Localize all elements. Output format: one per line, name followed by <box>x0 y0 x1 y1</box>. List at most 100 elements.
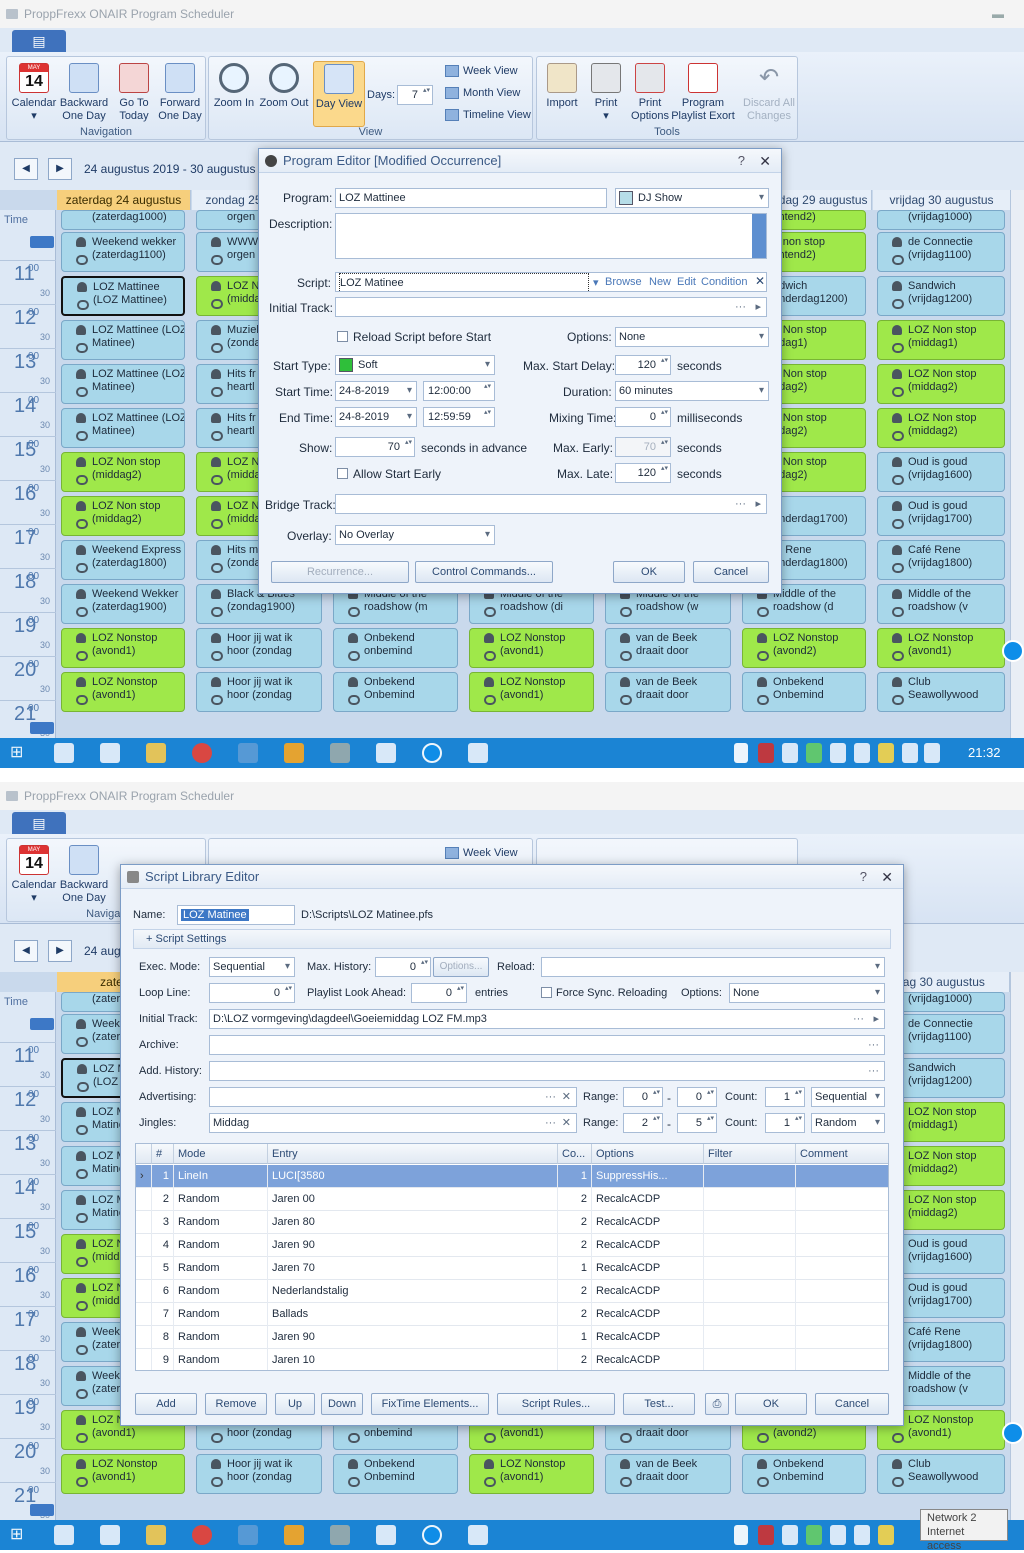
table-cell[interactable]: 2 <box>558 1349 592 1370</box>
test-button[interactable]: Test... <box>623 1393 695 1415</box>
schedule-event[interactable]: LOZ Nonstop(avond1) <box>469 1454 594 1494</box>
settings-app-icon[interactable] <box>330 1525 350 1545</box>
help-icon[interactable]: ? <box>860 865 867 889</box>
adv-mode-dropdown[interactable]: Sequential <box>811 1087 885 1107</box>
max-history-spinner[interactable]: 0 <box>375 957 431 977</box>
table-cell[interactable]: Jaren 90 <box>268 1234 558 1257</box>
schedule-event[interactable]: LOZ Nonstop(avond1) <box>61 672 185 712</box>
condition-link[interactable]: Condition <box>701 276 747 288</box>
scroll-down-button[interactable] <box>30 1504 54 1516</box>
adv-range-from[interactable]: 0 <box>623 1087 663 1107</box>
jin-mode-dropdown[interactable]: Random <box>811 1113 885 1133</box>
schedule-event[interactable]: Oud is goud (vrijdag1600) <box>877 452 1005 492</box>
schedule-event[interactable]: Club Seawollywood <box>877 672 1005 712</box>
schedule-event[interactable]: Weekend Express(zaterdag1800) <box>61 540 185 580</box>
column-header-filter[interactable]: Filter <box>704 1144 796 1164</box>
tray-flag-icon[interactable] <box>734 743 748 763</box>
print-button[interactable]: Print ▾ <box>581 63 631 123</box>
next-week-button[interactable]: ▶ <box>48 158 72 180</box>
calendar-button[interactable]: MAY 14 Calendar ▾ <box>9 63 59 123</box>
table-cell[interactable] <box>704 1211 796 1234</box>
jin-count-spinner[interactable]: 1 <box>765 1113 805 1133</box>
forward-button[interactable]: Forward One Day <box>155 63 205 123</box>
tray-icon-5[interactable] <box>878 743 894 763</box>
prev-week-button[interactable]: ◀ <box>14 158 38 180</box>
category-dropdown[interactable]: DJ Show <box>615 188 769 208</box>
tray-icon-3[interactable] <box>830 743 846 763</box>
column-header-entry[interactable]: Entry <box>268 1144 558 1164</box>
schedule-event[interactable]: LOZ Mattinee (LOZMatinee) <box>61 408 185 448</box>
program-field[interactable]: LOZ Mattinee <box>335 188 607 208</box>
table-cell[interactable] <box>796 1257 888 1280</box>
zoom-out-button[interactable]: Zoom Out <box>259 63 309 110</box>
schedule-event[interactable]: LOZ Nonstop(avond1) <box>61 628 185 668</box>
table-row[interactable]: 3 Random Jaren 80 2 RecalcACDP <box>136 1211 888 1234</box>
minimize-icon[interactable]: ▬ <box>992 0 1004 28</box>
schedule-event[interactable]: (zaterdag1000) <box>61 210 185 230</box>
bridge-browse-dots-icon[interactable]: ··· <box>735 495 746 513</box>
end-date-picker[interactable]: 24-8-2019 <box>335 407 417 427</box>
scroll-up-button[interactable] <box>30 236 54 248</box>
table-cell[interactable] <box>704 1188 796 1211</box>
schedule-event[interactable]: LOZ Nonstop(avond1) <box>61 1454 185 1494</box>
mixing-time-spinner[interactable]: 0 <box>615 407 671 427</box>
table-cell[interactable]: 2 <box>152 1188 174 1211</box>
schedule-event[interactable]: LOZ Nonstop(avond2) <box>742 628 866 668</box>
column-header-comment[interactable]: Comment <box>796 1144 888 1164</box>
prev-week-button[interactable]: ◀ <box>14 940 38 962</box>
taskbar-app-1-icon[interactable] <box>54 1525 74 1545</box>
table-cell[interactable] <box>704 1303 796 1326</box>
table-cell[interactable]: Jaren 10 <box>268 1349 558 1370</box>
ok-button[interactable]: OK <box>735 1393 807 1415</box>
taskbar-app-4-icon[interactable] <box>468 1525 488 1545</box>
overlay-dropdown[interactable]: No Overlay <box>335 525 495 545</box>
table-cell[interactable]: 2 <box>558 1280 592 1303</box>
start-time-spinner[interactable]: 12:00:00 <box>423 381 495 401</box>
arrow-right-icon[interactable]: ▸ <box>873 1010 879 1028</box>
adv-count-spinner[interactable]: 1 <box>765 1087 805 1107</box>
table-cell[interactable]: LineIn <box>174 1165 268 1188</box>
month-view-button[interactable]: Month View <box>445 87 520 100</box>
chrome-icon[interactable] <box>192 1525 212 1545</box>
calendar-button[interactable]: MAY 14 Calendar ▾ <box>9 845 59 905</box>
schedule-event[interactable]: LOZ Nonstop(avond1) <box>469 672 594 712</box>
table-cell[interactable]: Random <box>174 1303 268 1326</box>
close-icon[interactable]: ✕ <box>759 149 771 173</box>
schedule-event[interactable]: Club Seawollywood <box>877 1454 1005 1494</box>
table-cell[interactable]: 5 <box>152 1257 174 1280</box>
table-row[interactable]: 4 Random Jaren 90 2 RecalcACDP <box>136 1234 888 1257</box>
control-commands-button[interactable]: Control Commands... <box>415 561 553 583</box>
max-start-delay-spinner[interactable]: 120 <box>615 355 671 375</box>
close-icon[interactable]: ✕ <box>881 865 893 889</box>
day-header[interactable]: zaterdag 24 augustus <box>57 190 191 210</box>
day-header[interactable]: vrijdag 30 augustus <box>873 190 1011 210</box>
table-row[interactable]: 9 Random Jaren 10 2 RecalcACDP <box>136 1349 888 1370</box>
settings-app-icon[interactable] <box>330 743 350 763</box>
bridge-track-field[interactable]: ··· ▸ <box>335 494 767 514</box>
table-row[interactable]: 5 Random Jaren 70 1 RecalcACDP <box>136 1257 888 1280</box>
import-button[interactable]: Import <box>537 63 587 110</box>
table-cell[interactable]: 2 <box>558 1303 592 1326</box>
table-cell[interactable]: 1 <box>152 1165 174 1188</box>
add-history-dots-icon[interactable]: ··· <box>868 1062 879 1080</box>
table-cell[interactable]: RecalcACDP <box>592 1349 704 1370</box>
schedule-event[interactable]: Hoor jij wat ikhoor (zondag <box>196 1454 322 1494</box>
backward-button[interactable]: Backward One Day <box>59 845 109 905</box>
discard-changes-button[interactable]: ↶ Discard All Changes <box>741 63 797 123</box>
table-cell[interactable]: 7 <box>152 1303 174 1326</box>
schedule-event[interactable]: LOZ Non stop(middag2) <box>61 452 185 492</box>
loop-line-spinner[interactable]: 0 <box>209 983 295 1003</box>
table-cell[interactable]: RecalcACDP <box>592 1280 704 1303</box>
tray-icon-2[interactable] <box>806 743 822 763</box>
tray-flag-icon[interactable] <box>734 1525 748 1545</box>
taskbar-app-2-icon[interactable] <box>100 743 120 763</box>
schedule-event[interactable]: LOZ Mattinee (LOZMatinee) <box>61 320 185 360</box>
table-cell[interactable] <box>704 1326 796 1349</box>
column-header-count[interactable]: Co... <box>558 1144 592 1164</box>
windows-start-icon[interactable]: ⊞ <box>10 1525 30 1545</box>
print-button[interactable]: ⎙ <box>705 1393 729 1415</box>
table-cell[interactable] <box>796 1326 888 1349</box>
reload-checkbox[interactable] <box>337 331 348 342</box>
next-week-button[interactable]: ▶ <box>48 940 72 962</box>
table-cell[interactable]: Random <box>174 1349 268 1370</box>
